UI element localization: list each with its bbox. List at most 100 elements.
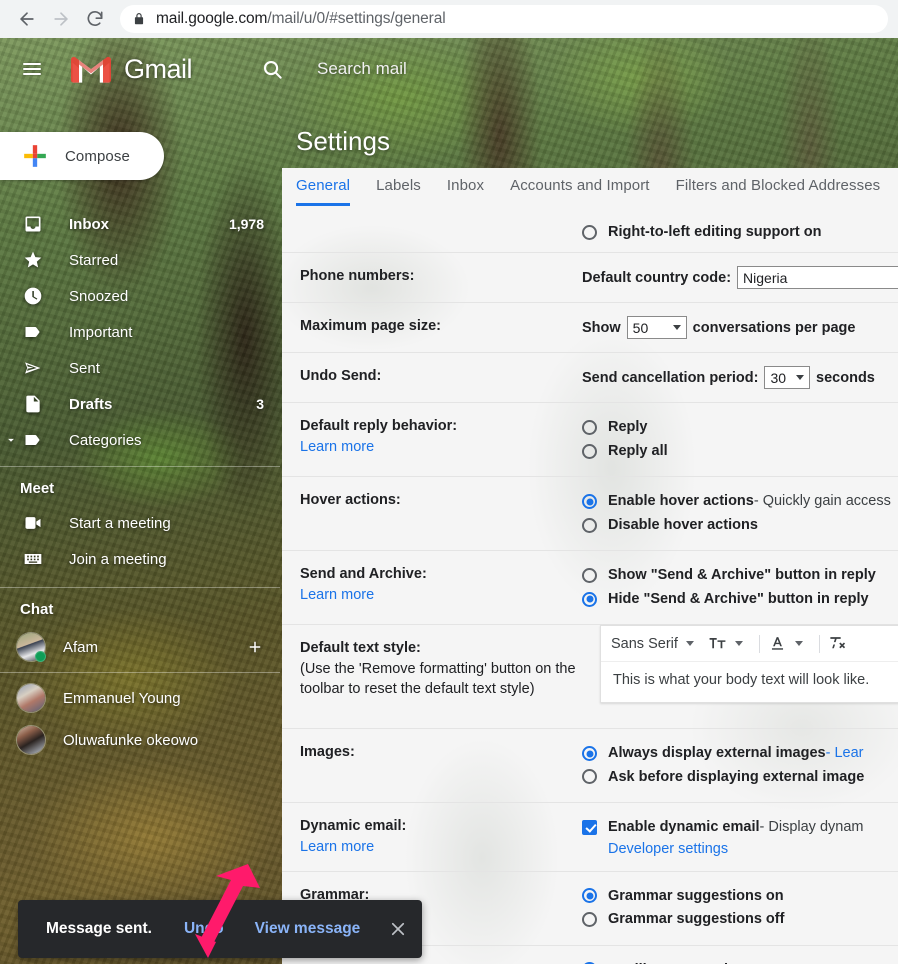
sidebar-item-drafts[interactable]: Drafts 3 [0,386,280,422]
font-family-dropdown[interactable]: Sans Serif [611,636,694,652]
toolbar-divider [818,634,820,653]
radio-button[interactable] [582,443,597,459]
sidebar-item-inbox[interactable]: Inbox 1,978 [0,206,280,242]
clock-icon [22,285,44,307]
learn-more-link[interactable]: Learn more [300,437,374,458]
text-color-dropdown[interactable] [768,634,803,653]
chevron-down-icon[interactable] [4,433,18,447]
row-label: Send and Archive: Learn more [300,564,582,611]
tab-general[interactable]: General [296,168,351,206]
remove-formatting-button[interactable] [828,634,847,653]
chat-contact-oluwafunke-okeowo[interactable]: Oluwafunke okeowo [0,719,280,761]
row-control: Send cancellation period: 30 seconds [582,366,898,390]
sidebar-item-count: 1,978 [228,216,264,232]
sidebar-divider [0,672,280,673]
sidebar-item-sent[interactable]: Sent [0,350,280,386]
sidebar-item-categories[interactable]: Categories [0,422,280,458]
radio-button[interactable] [582,224,597,240]
option-hide-send-and-archive[interactable]: Hide "Send & Archive" button in reply [582,588,898,610]
radio-button[interactable] [582,517,597,533]
setting-row-send-and-archive: Send and Archive: Learn more Show "Send … [282,550,898,624]
chat-contact-emmanuel-young[interactable]: Emmanuel Young [0,677,280,719]
tab-filters-and-blocked-addresses[interactable]: Filters and Blocked Addresses [676,168,881,194]
sidebar-item-snoozed[interactable]: Snoozed [0,278,280,314]
sidebar-item-label: Starred [69,251,119,269]
option-label: Reply all [608,442,668,459]
option-label: Hide "Send & Archive" button in reply [608,590,869,607]
option-always-display-images[interactable]: Always display external images - Lear [582,742,898,764]
tab-accounts-and-import[interactable]: Accounts and Import [510,168,649,194]
row-control: Enable dynamic email - Display dynam Dev… [582,816,898,857]
font-size-dropdown[interactable] [708,634,743,653]
cancellation-period-select[interactable]: 30 [764,366,811,390]
option-label: Disable hover actions [608,516,758,533]
inbox-icon [22,213,44,235]
view-message-button[interactable]: View message [255,920,361,938]
plus-icon [24,145,46,167]
option-show-send-and-archive[interactable]: Show "Send & Archive" button in reply [582,564,898,586]
option-enable-dynamic-email[interactable]: Enable dynamic email - Display dynam [582,816,898,838]
option-spelling-on[interactable]: Spelling suggestions on [582,959,898,964]
tab-labels[interactable]: Labels [376,168,421,194]
setting-row-rtl: Right-to-left editing support on [282,216,898,252]
learn-more-link[interactable]: Learn more [300,585,374,606]
option-label: Always display external images [608,745,826,762]
option-label: Enable hover actions [608,493,754,510]
label-text: Dynamic email: [300,818,407,835]
option-reply-all[interactable]: Reply all [582,440,898,462]
back-button[interactable] [10,2,44,36]
learn-more-link[interactable]: Learn more [300,837,374,858]
option-rtl-on[interactable]: Right-to-left editing support on [582,221,898,243]
plus-icon[interactable] [246,638,264,656]
chat-contact-afam[interactable]: Afam [0,626,280,668]
row-label: Default reply behavior: Learn more [300,416,582,463]
sidebar-item-label: Start a meeting [69,514,171,532]
radio-button[interactable] [582,420,597,436]
setting-row-hover-actions: Hover actions: Enable hover actions - Qu… [282,476,898,550]
radio-button[interactable] [582,568,597,584]
url-domain: mail.google.com [156,10,268,27]
sidebar-item-important[interactable]: Important [0,314,280,350]
label-text: Default text style: [300,640,421,657]
draft-icon [22,393,44,415]
option-reply[interactable]: Reply [582,416,898,438]
option-grammar-off[interactable]: Grammar suggestions off [582,908,898,930]
lock-icon [134,13,144,25]
radio-button[interactable] [582,746,597,762]
country-code-input[interactable] [737,266,898,290]
address-bar[interactable]: mail.google.com/mail/u/0/#settings/gener… [120,5,888,33]
page-size-select[interactable]: 50 [626,316,687,340]
undo-button[interactable]: Undo [184,920,224,938]
main-menu-button[interactable] [8,45,56,93]
radio-button[interactable] [582,591,597,607]
sidebar-divider [0,466,280,467]
gmail-logo[interactable]: Gmail [70,53,193,85]
option-learn-more-link[interactable]: - Lear [826,742,864,764]
option-label: Reply [608,419,648,436]
label-text: Images: [300,744,355,761]
checkbox[interactable] [582,819,597,835]
close-icon[interactable] [389,920,407,938]
compose-label: Compose [65,147,130,165]
radio-button[interactable] [582,494,597,510]
developer-settings-link[interactable]: Developer settings [608,841,728,857]
url-path: /mail/u/0/#settings/general [267,10,446,27]
option-disable-hover-actions[interactable]: Disable hover actions [582,514,898,536]
option-grammar-on[interactable]: Grammar suggestions on [582,885,898,907]
forward-button[interactable] [44,2,78,36]
tab-inbox[interactable]: Inbox [447,168,484,194]
option-label: Enable dynamic email [608,819,760,836]
compose-button[interactable]: Compose [0,132,164,180]
chat-contact-name: Afam [63,638,99,656]
sidebar-item-label: Join a meeting [69,550,167,568]
radio-button[interactable] [582,769,597,785]
sidebar-item-start-meeting[interactable]: Start a meeting [0,505,280,541]
sidebar-item-starred[interactable]: Starred [0,242,280,278]
online-status-dot [35,651,46,662]
radio-button[interactable] [582,911,597,927]
reload-button[interactable] [78,2,112,36]
sidebar-item-join-meeting[interactable]: Join a meeting [0,541,280,577]
option-ask-before-displaying-images[interactable]: Ask before displaying external image [582,766,898,788]
radio-button[interactable] [582,888,597,904]
option-enable-hover-actions[interactable]: Enable hover actions - Quickly gain acce… [582,490,898,512]
